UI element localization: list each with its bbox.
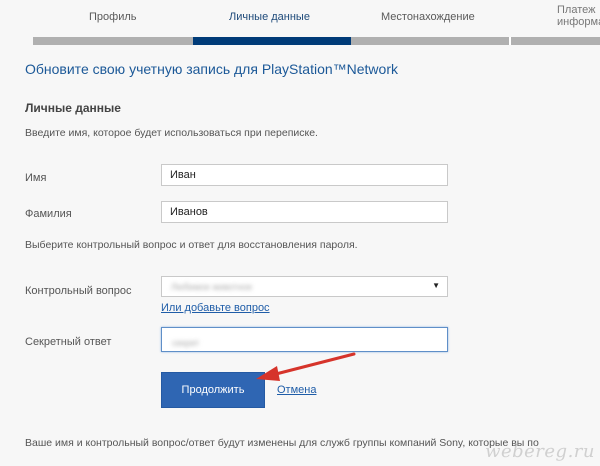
- progress-segment-profile: [33, 37, 193, 45]
- progress-segment-remaining: [351, 37, 600, 45]
- dropdown-arrow-icon: ▼: [432, 281, 440, 290]
- progress-divider: [509, 37, 511, 45]
- step-payment[interactable]: Платеж информа: [557, 4, 600, 28]
- name-instruction: Введите имя, которое будет использоватьс…: [25, 127, 318, 139]
- security-instruction: Выберите контрольный вопрос и ответ для …: [25, 239, 358, 251]
- watermark-logo: webereg.ru: [485, 441, 595, 462]
- security-question-select[interactable]: Любимое животное ▼: [161, 276, 448, 297]
- security-question-value: Любимое животное: [171, 282, 253, 292]
- progress-segment-personal-data: [193, 37, 351, 45]
- step-location[interactable]: Местонахождение: [381, 11, 475, 23]
- annotation-arrow-icon: [256, 352, 356, 381]
- last-name-label: Фамилия: [25, 208, 72, 220]
- first-name-label: Имя: [25, 172, 47, 184]
- add-question-link[interactable]: Или добавьте вопрос: [161, 302, 270, 314]
- last-name-field[interactable]: [161, 201, 448, 223]
- section-title: Личные данные: [25, 101, 121, 115]
- account-update-page: Профиль Личные данные Местонахождение Пл…: [0, 0, 600, 466]
- first-name-field[interactable]: [161, 164, 448, 186]
- step-payment-line2: информа: [557, 16, 600, 28]
- secret-answer-label: Секретный ответ: [25, 336, 112, 348]
- step-personal-data[interactable]: Личные данные: [229, 11, 310, 23]
- secret-answer-value: секрет: [172, 338, 200, 348]
- step-profile[interactable]: Профиль: [89, 11, 137, 23]
- step-payment-line1: Платеж: [557, 4, 596, 16]
- page-title: Обновите свою учетную запись для PlaySta…: [25, 61, 398, 77]
- security-question-label: Контрольный вопрос: [25, 285, 132, 297]
